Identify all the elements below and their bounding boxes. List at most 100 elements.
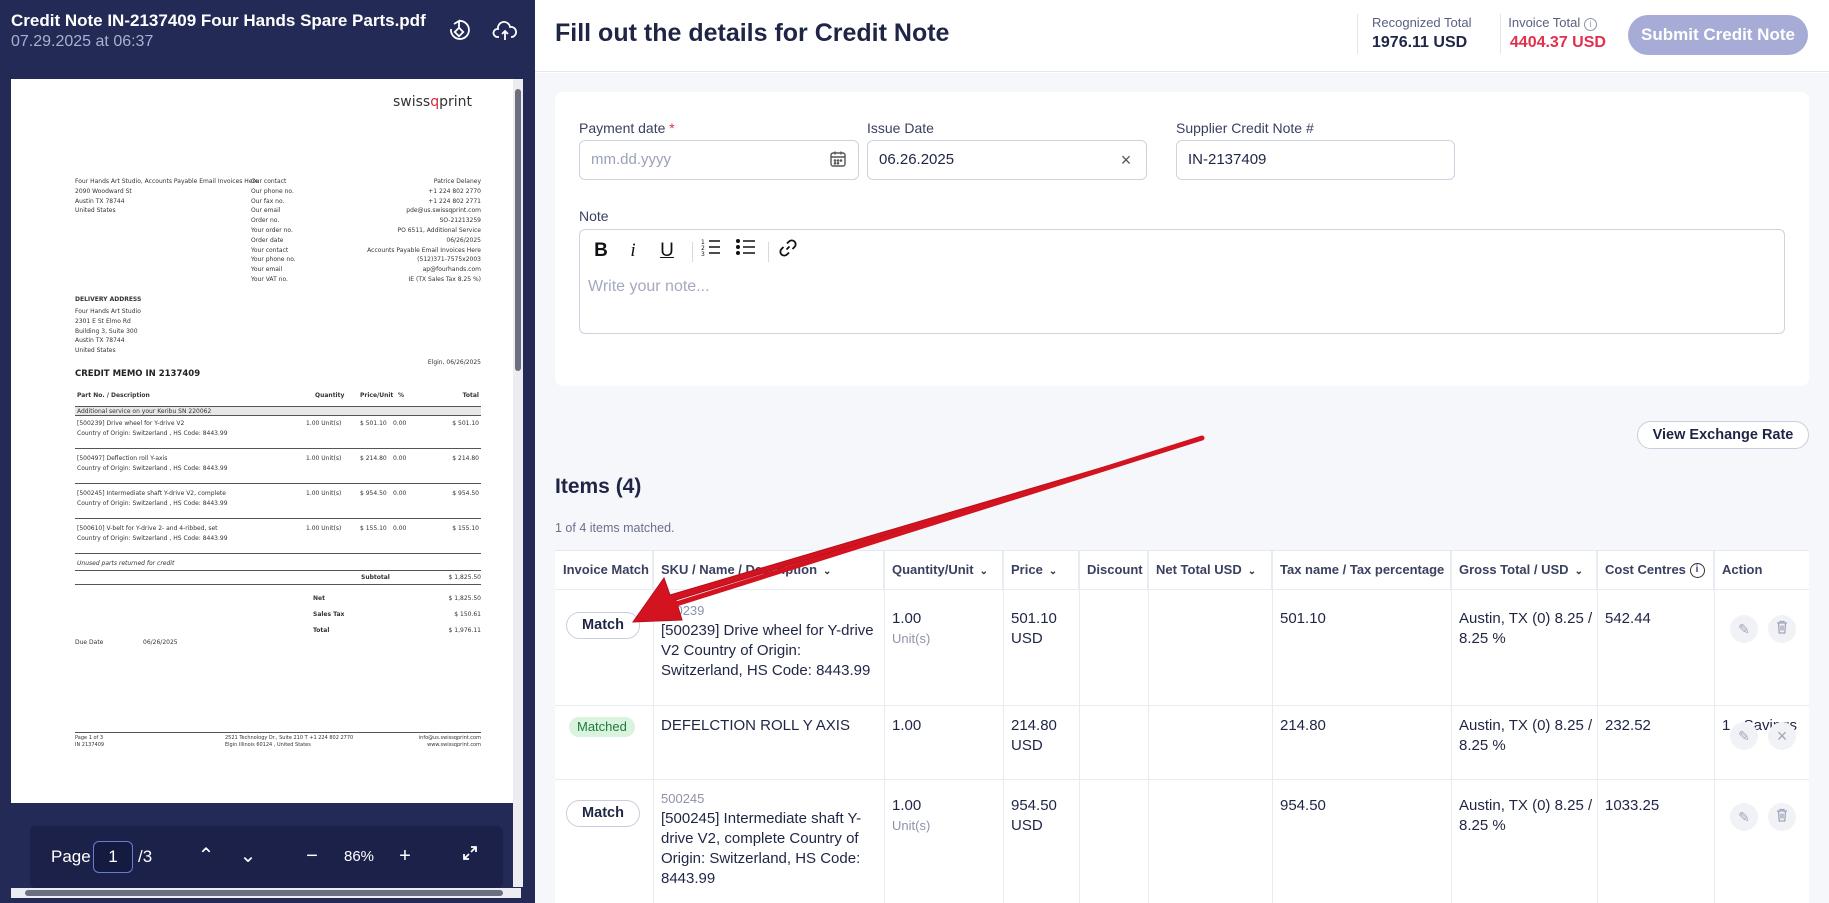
main-content: Payment date * mm.dd.yyyy Issue Date 06.… bbox=[535, 73, 1829, 903]
pdf-group-row: Additional service on your Keribu SN 220… bbox=[75, 406, 481, 416]
note-editor[interactable]: B i U 123 Write your note... bbox=[579, 229, 1785, 334]
info-icon[interactable]: i bbox=[1689, 563, 1705, 579]
pdf-horizontal-scrollbar[interactable] bbox=[11, 888, 521, 898]
svg-text:3: 3 bbox=[701, 251, 705, 256]
link-icon[interactable] bbox=[775, 238, 801, 264]
column-header[interactable]: Quantity/Unit ⌄ bbox=[884, 551, 1003, 589]
pdf-due-date: 06/26/2025 bbox=[143, 639, 178, 646]
item-tax: Austin, TX (0) 8.25 / 8.25 % bbox=[1459, 610, 1593, 647]
submit-credit-note-button[interactable]: Submit Credit Note bbox=[1628, 15, 1808, 55]
details-form: Payment date * mm.dd.yyyy Issue Date 06.… bbox=[555, 92, 1809, 386]
pdf-contact-labels: Our contact Our phone no. Our fax no. Our e… bbox=[251, 178, 296, 283]
column-header[interactable]: Price ⌄ bbox=[1003, 551, 1079, 589]
item-tax: Austin, TX (0) 8.25 / 8.25 % bbox=[1459, 797, 1593, 834]
pdf-divider bbox=[75, 570, 481, 571]
chevron-down-icon: ⌄ bbox=[823, 566, 832, 577]
item-tax: Austin, TX (0) 8.25 / 8.25 % bbox=[1459, 717, 1593, 754]
pdf-net-label: Net bbox=[313, 595, 325, 602]
pdf-vertical-scrollbar[interactable] bbox=[513, 79, 523, 887]
pdf-footer-right: info@us.swissqprint.com www.swissqprint.c… bbox=[418, 735, 481, 748]
column-header: Cost Centres i bbox=[1597, 551, 1714, 589]
note-placeholder: Write your note... bbox=[588, 278, 710, 295]
pdf-line-item: [500245] Intermediate shaft Y-drive V2, … bbox=[75, 489, 481, 519]
page-controls: Page 1 /3 ⌃ ⌄ − 86% + bbox=[30, 826, 503, 888]
rotate-icon[interactable] bbox=[446, 18, 472, 44]
unmatch-icon[interactable]: × bbox=[1768, 722, 1796, 750]
zoom-in-icon[interactable]: + bbox=[392, 844, 418, 870]
page-title: Fill out the details for Credit Note bbox=[555, 19, 950, 47]
page-number-input[interactable]: 1 bbox=[93, 841, 133, 873]
items-match-status: 1 of 4 items matched. bbox=[555, 521, 675, 535]
issue-date-label: Issue Date bbox=[867, 120, 934, 136]
supplier-credit-note-input[interactable]: IN-2137409 bbox=[1176, 140, 1455, 180]
chevron-up-icon[interactable]: ⌃ bbox=[193, 844, 219, 870]
payment-date-label: Payment date * bbox=[579, 120, 675, 136]
match-button[interactable]: Match bbox=[566, 800, 640, 827]
item-description: DEFELCTION ROLL Y AXIS bbox=[661, 717, 850, 734]
clear-icon[interactable]: × bbox=[1116, 150, 1136, 170]
trash-icon[interactable] bbox=[1768, 615, 1796, 643]
item-price: 501.10 USD bbox=[1011, 610, 1057, 647]
scrollbar-thumb[interactable] bbox=[25, 890, 503, 896]
item-net-total: 954.50 bbox=[1280, 797, 1326, 814]
items-title: Items (4) bbox=[555, 475, 642, 498]
info-icon: i bbox=[1583, 18, 1597, 31]
zoom-out-icon[interactable]: − bbox=[299, 844, 325, 870]
pdf-total-label: Total bbox=[313, 627, 330, 634]
pdf-contact-values: Patrice Delaney +1 224 802 2770 +1 224 802… bbox=[367, 178, 481, 283]
match-button[interactable]: Match bbox=[566, 612, 640, 639]
recognized-total-value: 1976.11 USD bbox=[1372, 34, 1468, 51]
item-description: 500245 [500245] Intermediate shaft Y-dri… bbox=[661, 791, 862, 887]
expand-icon[interactable] bbox=[457, 844, 483, 870]
chevron-down-icon: ⌄ bbox=[1247, 566, 1257, 577]
item-quantity: 1.00 Unit(s) bbox=[892, 610, 931, 646]
pdf-delivery-heading: DELIVERY ADDRESS bbox=[75, 296, 142, 303]
pdf-place-date: Elgin, 06/26/2025 bbox=[427, 359, 481, 366]
row-divider bbox=[555, 589, 1809, 590]
pdf-divider bbox=[75, 584, 481, 585]
chevron-down-icon: ⌄ bbox=[1048, 566, 1058, 577]
cloud-upload-icon[interactable] bbox=[492, 18, 518, 44]
column-divider bbox=[1079, 551, 1080, 903]
column-header[interactable]: Net Total USD ⌄ bbox=[1148, 551, 1272, 589]
column-header[interactable]: SKU / Name / Description ⌄ bbox=[653, 551, 884, 589]
column-header: Invoice Match bbox=[555, 551, 653, 589]
underline-icon[interactable]: U bbox=[654, 238, 680, 264]
italic-icon[interactable]: i bbox=[620, 238, 646, 264]
edit-icon[interactable]: ✎ bbox=[1730, 615, 1758, 643]
edit-icon[interactable]: ✎ bbox=[1730, 803, 1758, 831]
column-header: Action bbox=[1722, 562, 1763, 577]
pdf-divider bbox=[75, 732, 481, 733]
invoice-total-label: Invoice Total i bbox=[1501, 15, 1597, 31]
pdf-tax: $ 150.61 bbox=[454, 611, 481, 618]
pdf-tax-label: Sales Tax bbox=[313, 611, 345, 618]
pdf-note-line: Unused parts returned for credit bbox=[77, 560, 175, 567]
ordered-list-icon[interactable]: 123 bbox=[698, 238, 724, 264]
item-description: 500239 [500239] Drive wheel for Y-drive … bbox=[661, 603, 874, 679]
column-header[interactable]: Gross Total / USD ⌄ bbox=[1451, 551, 1597, 589]
recognized-total-label: Recognized Total bbox=[1372, 15, 1472, 30]
bullet-list-icon[interactable] bbox=[733, 238, 759, 264]
trash-icon[interactable] bbox=[1768, 803, 1796, 831]
item-price: 954.50 USD bbox=[1011, 797, 1057, 834]
pdf-footer-left: Page 1 of 3 IN 2137409 bbox=[75, 735, 105, 748]
row-divider bbox=[555, 705, 1809, 706]
column-header: Tax name / Tax percentage bbox=[1272, 551, 1451, 589]
row-divider bbox=[555, 779, 1809, 780]
pdf-line-item: [500239] Drive wheel for Y-drive V2 Count… bbox=[75, 419, 481, 449]
scrollbar-thumb[interactable] bbox=[515, 89, 521, 371]
calendar-icon[interactable] bbox=[828, 150, 848, 170]
item-net-total: 501.10 bbox=[1280, 610, 1326, 627]
item-price: 214.80 USD bbox=[1011, 717, 1057, 754]
pdf-brand-logo: swissqprint bbox=[393, 94, 473, 110]
item-net-total: 214.80 bbox=[1280, 717, 1326, 734]
edit-icon[interactable]: ✎ bbox=[1730, 722, 1758, 750]
pdf-due-label: Due Date bbox=[75, 639, 104, 646]
issue-date-input[interactable]: 06.26.2025 bbox=[867, 140, 1147, 180]
bold-icon[interactable]: B bbox=[588, 238, 614, 264]
pdf-delivery-address: Four Hands Art Studio 2301 E St Elmo Rd Bu… bbox=[75, 308, 141, 355]
payment-date-input[interactable]: mm.dd.yyyy bbox=[579, 140, 859, 180]
view-exchange-rate-button[interactable]: View Exchange Rate bbox=[1637, 421, 1809, 449]
pdf-memo-title: CREDIT MEMO IN 2137409 bbox=[75, 369, 201, 379]
chevron-down-icon[interactable]: ⌄ bbox=[235, 844, 261, 870]
